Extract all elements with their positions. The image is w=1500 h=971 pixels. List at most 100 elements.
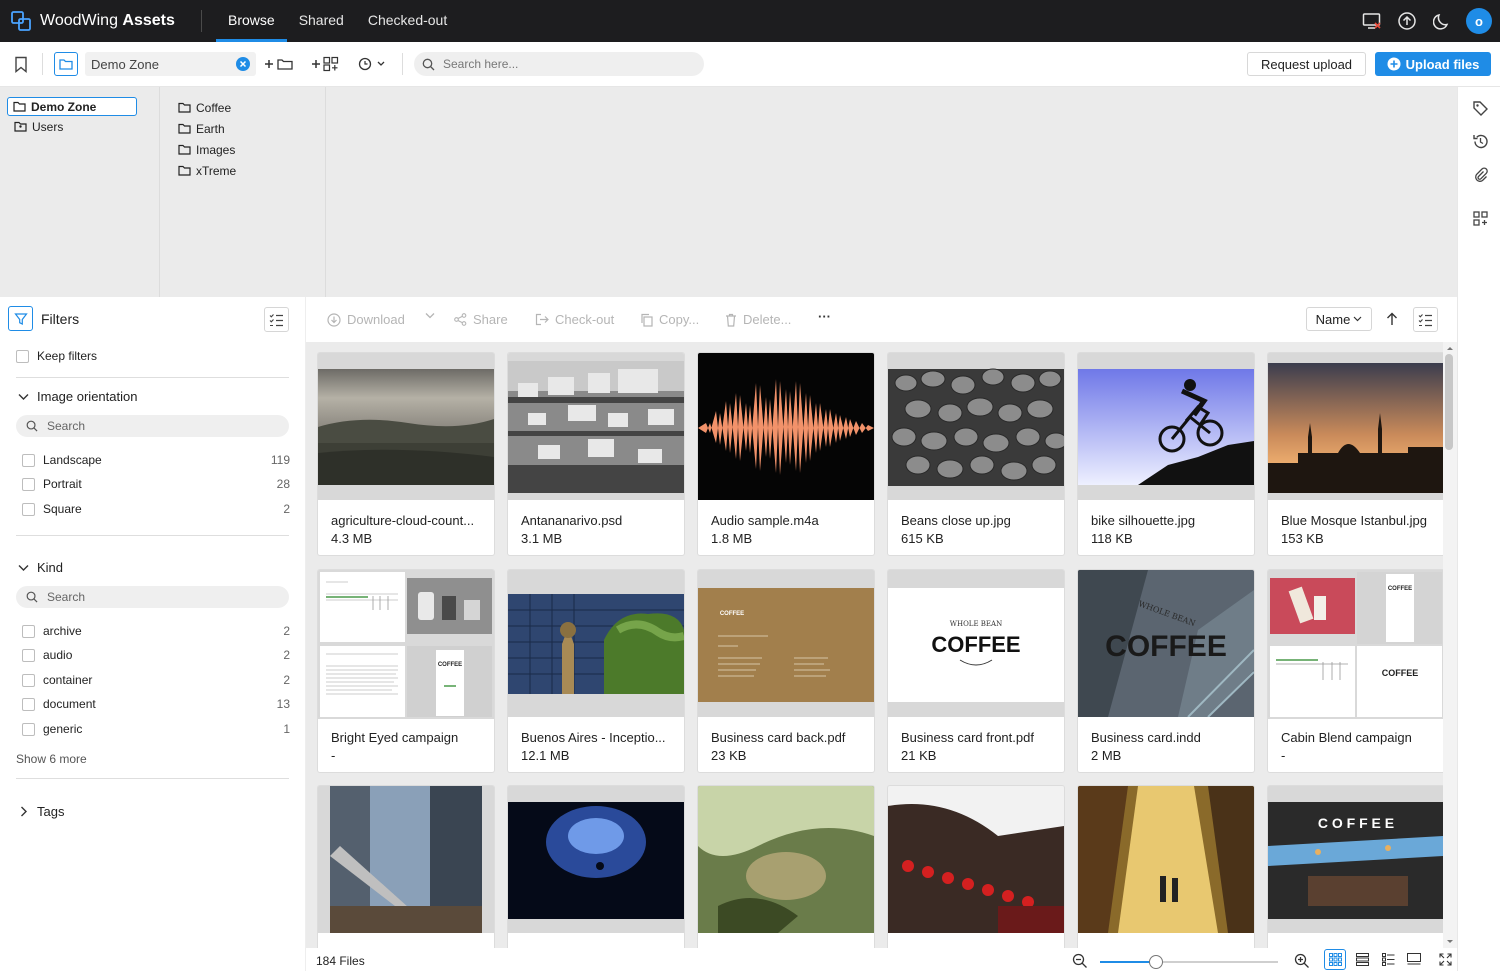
folder-item-xtreme[interactable]: xTreme [160,160,325,181]
download-button[interactable]: Download [327,312,405,327]
folder-item-demo-zone[interactable]: Demo Zone [7,97,137,116]
folder-icon [178,144,191,155]
more-actions-button[interactable]: ··· [818,309,831,324]
filter-option-generic[interactable]: generic 1 [22,722,290,736]
fullscreen-button[interactable] [1434,949,1456,970]
folder-label: Demo Zone [31,99,97,114]
asset-card[interactable]: Beans close up.jpg 615 KB [887,352,1065,556]
filter-option-landscape[interactable]: Landscape 119 [22,453,290,467]
search-input[interactable]: Search here... [414,52,704,76]
nav-tab-browse[interactable]: Browse [216,0,287,42]
option-label: container [43,673,93,687]
request-upload-button[interactable]: Request upload [1247,52,1366,76]
history-icon[interactable] [1470,131,1490,151]
filter-option-container[interactable]: container 2 [22,673,290,687]
view-preview-button[interactable] [1403,949,1425,970]
clear-zone-icon[interactable] [236,57,250,71]
new-folder-button[interactable] [263,54,295,74]
bookmark-icon[interactable] [11,54,31,74]
section-kind[interactable]: Kind [18,560,63,575]
section-tags[interactable]: Tags [18,804,64,819]
view-detail-list-button[interactable] [1377,949,1399,970]
zoom-in-icon[interactable] [1294,953,1310,969]
asset-card[interactable]: WHOLE BEAN COFFEE Business card front.pdf… [887,569,1065,773]
filter-option-audio[interactable]: audio 2 [22,648,290,662]
option-count: 2 [283,673,290,687]
copy-button[interactable]: Copy... [640,312,699,327]
asset-card[interactable]: Buenos Aires - Inceptio... 12.1 MB [507,569,685,773]
asset-name: Blue Mosque Istanbul.jpg [1281,513,1427,528]
nav-tab-checked-out[interactable]: Checked-out [356,0,459,42]
view-grid-button[interactable] [1324,949,1346,970]
kind-search-input[interactable]: Search [16,586,289,608]
asset-card[interactable]: COFFEE Business card back.pdf 23 KB [697,569,875,773]
folder-item-coffee[interactable]: Coffee [160,97,325,118]
zoom-out-icon[interactable] [1072,953,1088,969]
keep-filters-checkbox[interactable]: Keep filters [16,349,284,363]
folder-item-users[interactable]: Users [0,117,159,136]
asset-card[interactable]: COFFEE Bright Eyed campaign - [317,569,495,773]
share-button[interactable]: Share [454,312,508,327]
user-avatar[interactable]: o [1466,8,1492,34]
filter-toggle-button[interactable] [8,306,33,331]
view-list-button[interactable] [1351,949,1373,970]
orientation-search-input[interactable]: Search [16,415,289,437]
sort-field-dropdown[interactable]: Name [1306,307,1372,331]
asset-card[interactable]: Blue Mosque Istanbul.jpg 153 KB [1267,352,1443,556]
filter-option-portrait[interactable]: Portrait 28 [22,477,290,491]
section-image-orientation[interactable]: Image orientation [18,389,137,404]
divider [16,535,289,536]
upload-files-button[interactable]: Upload files [1375,52,1491,76]
scrollbar-thumb[interactable] [1445,354,1453,450]
check-out-button[interactable]: Check-out [535,312,614,327]
filter-option-document[interactable]: document 13 [22,697,290,711]
zone-field[interactable]: Demo Zone [85,52,256,76]
sort-direction-button[interactable] [1382,309,1402,329]
upload-cloud-icon[interactable] [1396,10,1418,32]
grid-scrollbar[interactable] [1443,342,1457,948]
logo[interactable]: WoodWing Assets [11,11,201,31]
zone-folder-button[interactable] [54,52,78,76]
filters-header: Filters [8,306,79,331]
filter-option-square[interactable]: Square 2 [22,502,290,516]
zoom-slider-handle[interactable] [1149,955,1163,969]
asset-card[interactable] [697,785,875,948]
folder-browser: Demo Zone Users Coffee Earth Images xTre… [0,87,1457,297]
asset-card[interactable]: WHOLE BEAN COFFEE Business card.indd 2 MB [1077,569,1255,773]
asset-card[interactable] [1077,785,1255,948]
preview-view-icon [1407,953,1421,965]
zone-field-value: Demo Zone [91,56,159,72]
asset-card[interactable] [507,785,685,948]
asset-card[interactable]: Audio sample.m4a 1.8 MB [697,352,875,556]
asset-card[interactable]: Antananarivo.psd 3.1 MB [507,352,685,556]
add-collection-button[interactable] [311,54,341,74]
asset-card[interactable] [317,785,495,948]
apps-add-icon[interactable] [1470,208,1490,228]
folder-item-images[interactable]: Images [160,139,325,160]
asset-card[interactable]: COFFEE COFFEE Cabin Blend campaign - [1267,569,1443,773]
plus-circle-icon [1387,57,1401,71]
asset-card[interactable]: bike silhouette.jpg 118 KB [1077,352,1255,556]
view-options-button[interactable] [1413,307,1438,332]
asset-thumbnail [508,570,684,717]
version-menu-button[interactable] [357,54,387,74]
filter-option-archive[interactable]: archive 2 [22,624,290,638]
filter-options-button[interactable] [264,307,289,332]
nav-tab-shared[interactable]: Shared [287,0,356,42]
tag-icon[interactable] [1470,98,1490,118]
attachment-icon[interactable] [1470,164,1490,184]
zoom-slider-fill [1100,961,1156,963]
asset-card[interactable] [887,785,1065,948]
coffee-logo-text: COFFEE [1105,630,1227,663]
asset-card[interactable]: C O F F E E [1267,785,1443,948]
copy-icon [641,313,653,327]
screen-share-icon[interactable] [1361,10,1383,32]
download-options-chevron[interactable] [425,312,435,319]
divider [16,778,289,779]
dark-mode-icon[interactable] [1431,10,1453,32]
folder-item-earth[interactable]: Earth [160,118,325,139]
delete-button[interactable]: Delete... [725,312,791,327]
option-count: 28 [276,477,290,491]
show-more-link[interactable]: Show 6 more [16,752,87,766]
asset-card[interactable]: agriculture-cloud-count... 4.3 MB [317,352,495,556]
